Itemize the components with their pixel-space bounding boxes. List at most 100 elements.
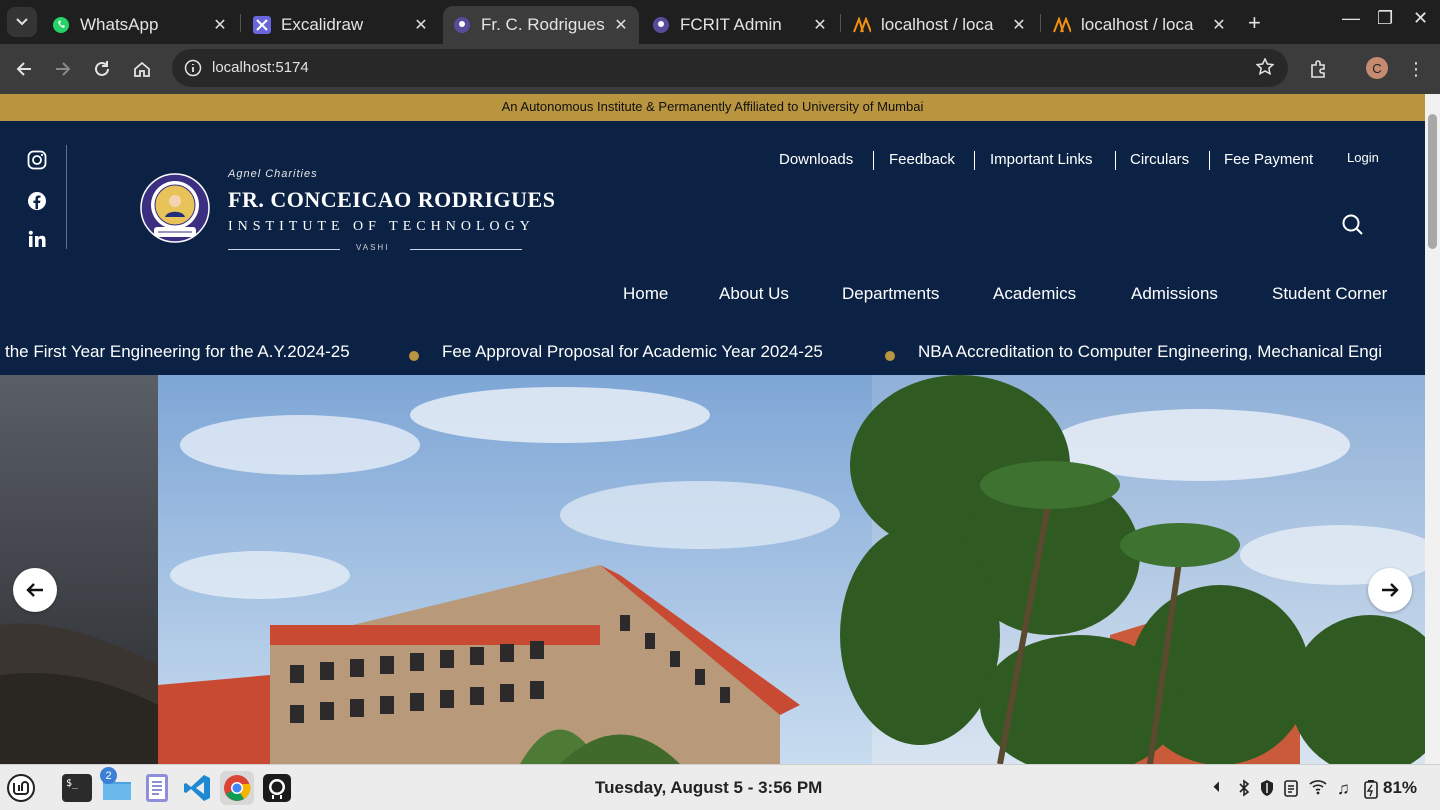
minimize-icon[interactable]: —: [1342, 8, 1360, 29]
shield-icon[interactable]: [1259, 779, 1275, 801]
linux-mint-menu-icon[interactable]: [4, 771, 38, 805]
nav-home[interactable]: Home: [623, 284, 668, 304]
ticker-bullet: [409, 351, 419, 361]
svg-text:$_: $_: [66, 778, 79, 789]
profile-avatar[interactable]: C: [1366, 57, 1388, 79]
linkedin-icon[interactable]: [26, 228, 48, 250]
terminal-icon[interactable]: $_: [60, 771, 94, 805]
hero-carousel: [0, 375, 1425, 764]
util-link-circulars[interactable]: Circulars: [1130, 151, 1189, 168]
web-page: An Autonomous Institute & Permanently Af…: [0, 94, 1425, 764]
search-icon[interactable]: [1341, 213, 1365, 237]
ticker-bullet: [885, 351, 895, 361]
ticker-item[interactable]: Fee Approval Proposal for Academic Year …: [442, 342, 823, 362]
campus-photo-slides: [0, 375, 1425, 764]
menu-kebab-icon[interactable]: ⋮: [1403, 56, 1429, 82]
chevron-down-icon: [16, 18, 28, 26]
excalidraw-icon: [253, 16, 271, 34]
nav-academics[interactable]: Academics: [993, 284, 1076, 304]
site-info-icon[interactable]: [184, 59, 202, 82]
extensions-icon[interactable]: [1305, 56, 1331, 82]
scrollbar-thumb[interactable]: [1428, 114, 1437, 249]
carousel-prev-button[interactable]: [13, 568, 57, 612]
wifi-icon[interactable]: [1309, 779, 1327, 799]
files-folder-icon[interactable]: 2: [100, 767, 134, 805]
forward-icon[interactable]: [50, 56, 76, 82]
tab-divider: [240, 14, 241, 32]
nav-about-us[interactable]: About Us: [719, 284, 789, 304]
close-icon[interactable]: ✕: [812, 15, 828, 35]
tab-fcrit-admin[interactable]: FCRIT Admin ✕: [642, 6, 838, 44]
clipboard-icon[interactable]: [1283, 779, 1299, 801]
phpmyadmin-icon: [1053, 16, 1071, 34]
nav-admissions[interactable]: Admissions: [1131, 284, 1218, 304]
tab-whatsapp[interactable]: WhatsApp ✕: [42, 6, 238, 44]
util-link-fee-payment[interactable]: Fee Payment: [1224, 151, 1313, 168]
carousel-next-button[interactable]: [1368, 568, 1412, 612]
text-editor-icon[interactable]: [140, 771, 174, 805]
social-divider: [66, 145, 67, 249]
tab-excalidraw[interactable]: Excalidraw ✕: [243, 6, 439, 44]
back-icon[interactable]: [11, 56, 37, 82]
close-icon[interactable]: ✕: [212, 15, 228, 35]
util-divider: [873, 151, 874, 170]
whatsapp-icon: [52, 16, 70, 34]
brand-name[interactable]: FR. CONCEICAO RODRIGUES: [228, 187, 555, 213]
facebook-icon[interactable]: [26, 190, 48, 212]
tab-search-button[interactable]: [7, 7, 37, 37]
page-scrollbar[interactable]: [1425, 94, 1440, 764]
bookmark-star-icon[interactable]: [1255, 57, 1275, 81]
close-icon[interactable]: ✕: [1011, 15, 1027, 35]
site-header: Agnel Charities FR. CONCEICAO RODRIGUES …: [0, 121, 1425, 326]
nav-student-corner[interactable]: Student Corner: [1272, 284, 1387, 304]
news-ticker: the First Year Engineering for the A.Y.2…: [0, 326, 1425, 375]
ticker-item[interactable]: NBA Accreditation to Computer Engineerin…: [918, 342, 1382, 362]
login-link[interactable]: Login: [1347, 150, 1379, 165]
phpmyadmin-icon: [853, 16, 871, 34]
ticker-item[interactable]: the First Year Engineering for the A.Y.2…: [5, 342, 350, 362]
chrome-icon[interactable]: [220, 771, 254, 805]
music-note-icon[interactable]: ♫: [1337, 779, 1350, 799]
arrow-left-icon: [26, 583, 43, 597]
tab-localhost-1[interactable]: localhost / loca ✕: [843, 6, 1037, 44]
reload-icon[interactable]: [89, 56, 115, 82]
tray-expand-icon[interactable]: ⏴: [1213, 779, 1221, 796]
battery-icon[interactable]: [1363, 779, 1379, 803]
github-icon[interactable]: [260, 771, 294, 805]
battery-percentage: 81%: [1383, 778, 1418, 797]
affiliation-strip: An Autonomous Institute & Permanently Af…: [0, 94, 1425, 121]
brand-rule-right: [410, 249, 522, 250]
util-divider: [1115, 151, 1116, 170]
tab-localhost-2[interactable]: localhost / loca ✕: [1043, 6, 1237, 44]
browser-tab-bar: WhatsApp ✕ Excalidraw ✕ Fr. C. Rodrigues…: [0, 0, 1440, 44]
browser-toolbar: localhost:5174 C ⋮: [0, 44, 1440, 94]
util-link-feedback[interactable]: Feedback: [889, 151, 955, 168]
institute-logo[interactable]: [138, 171, 212, 245]
close-icon[interactable]: ✕: [413, 15, 429, 35]
bluetooth-icon[interactable]: [1237, 779, 1251, 801]
maximize-icon[interactable]: ❐: [1377, 8, 1393, 29]
util-link-important-links[interactable]: Important Links: [990, 151, 1093, 168]
arrow-right-icon: [1382, 583, 1399, 597]
tab-divider: [840, 14, 841, 32]
close-icon[interactable]: ✕: [613, 15, 629, 35]
util-divider: [1209, 151, 1210, 170]
url-text: localhost:5174: [212, 59, 309, 76]
brand-subtitle: INSTITUTE OF TECHNOLOGY: [228, 219, 535, 234]
os-taskbar: $_ 2 Tuesday, August 5 - 3:56 PM ⏴ ♫ 81%: [0, 764, 1440, 810]
clock[interactable]: Tuesday, August 5 - 3:56 PM: [595, 778, 822, 798]
vscode-icon[interactable]: [180, 771, 214, 805]
nav-departments[interactable]: Departments: [842, 284, 939, 304]
close-icon[interactable]: ✕: [1211, 15, 1227, 35]
tab-fr-c-rodrigues[interactable]: Fr. C. Rodrigues ✕: [443, 6, 639, 44]
brand-tagline: Agnel Charities: [228, 168, 318, 180]
new-tab-button[interactable]: +: [1248, 10, 1261, 36]
window-close-icon[interactable]: ✕: [1413, 8, 1428, 29]
instagram-icon[interactable]: [26, 149, 48, 171]
tab-divider: [1040, 14, 1041, 32]
address-bar[interactable]: localhost:5174: [172, 49, 1288, 87]
brand-location: VASHI: [356, 243, 390, 252]
files-badge: 2: [100, 767, 117, 784]
home-icon[interactable]: [129, 56, 155, 82]
util-link-downloads[interactable]: Downloads: [779, 151, 853, 168]
